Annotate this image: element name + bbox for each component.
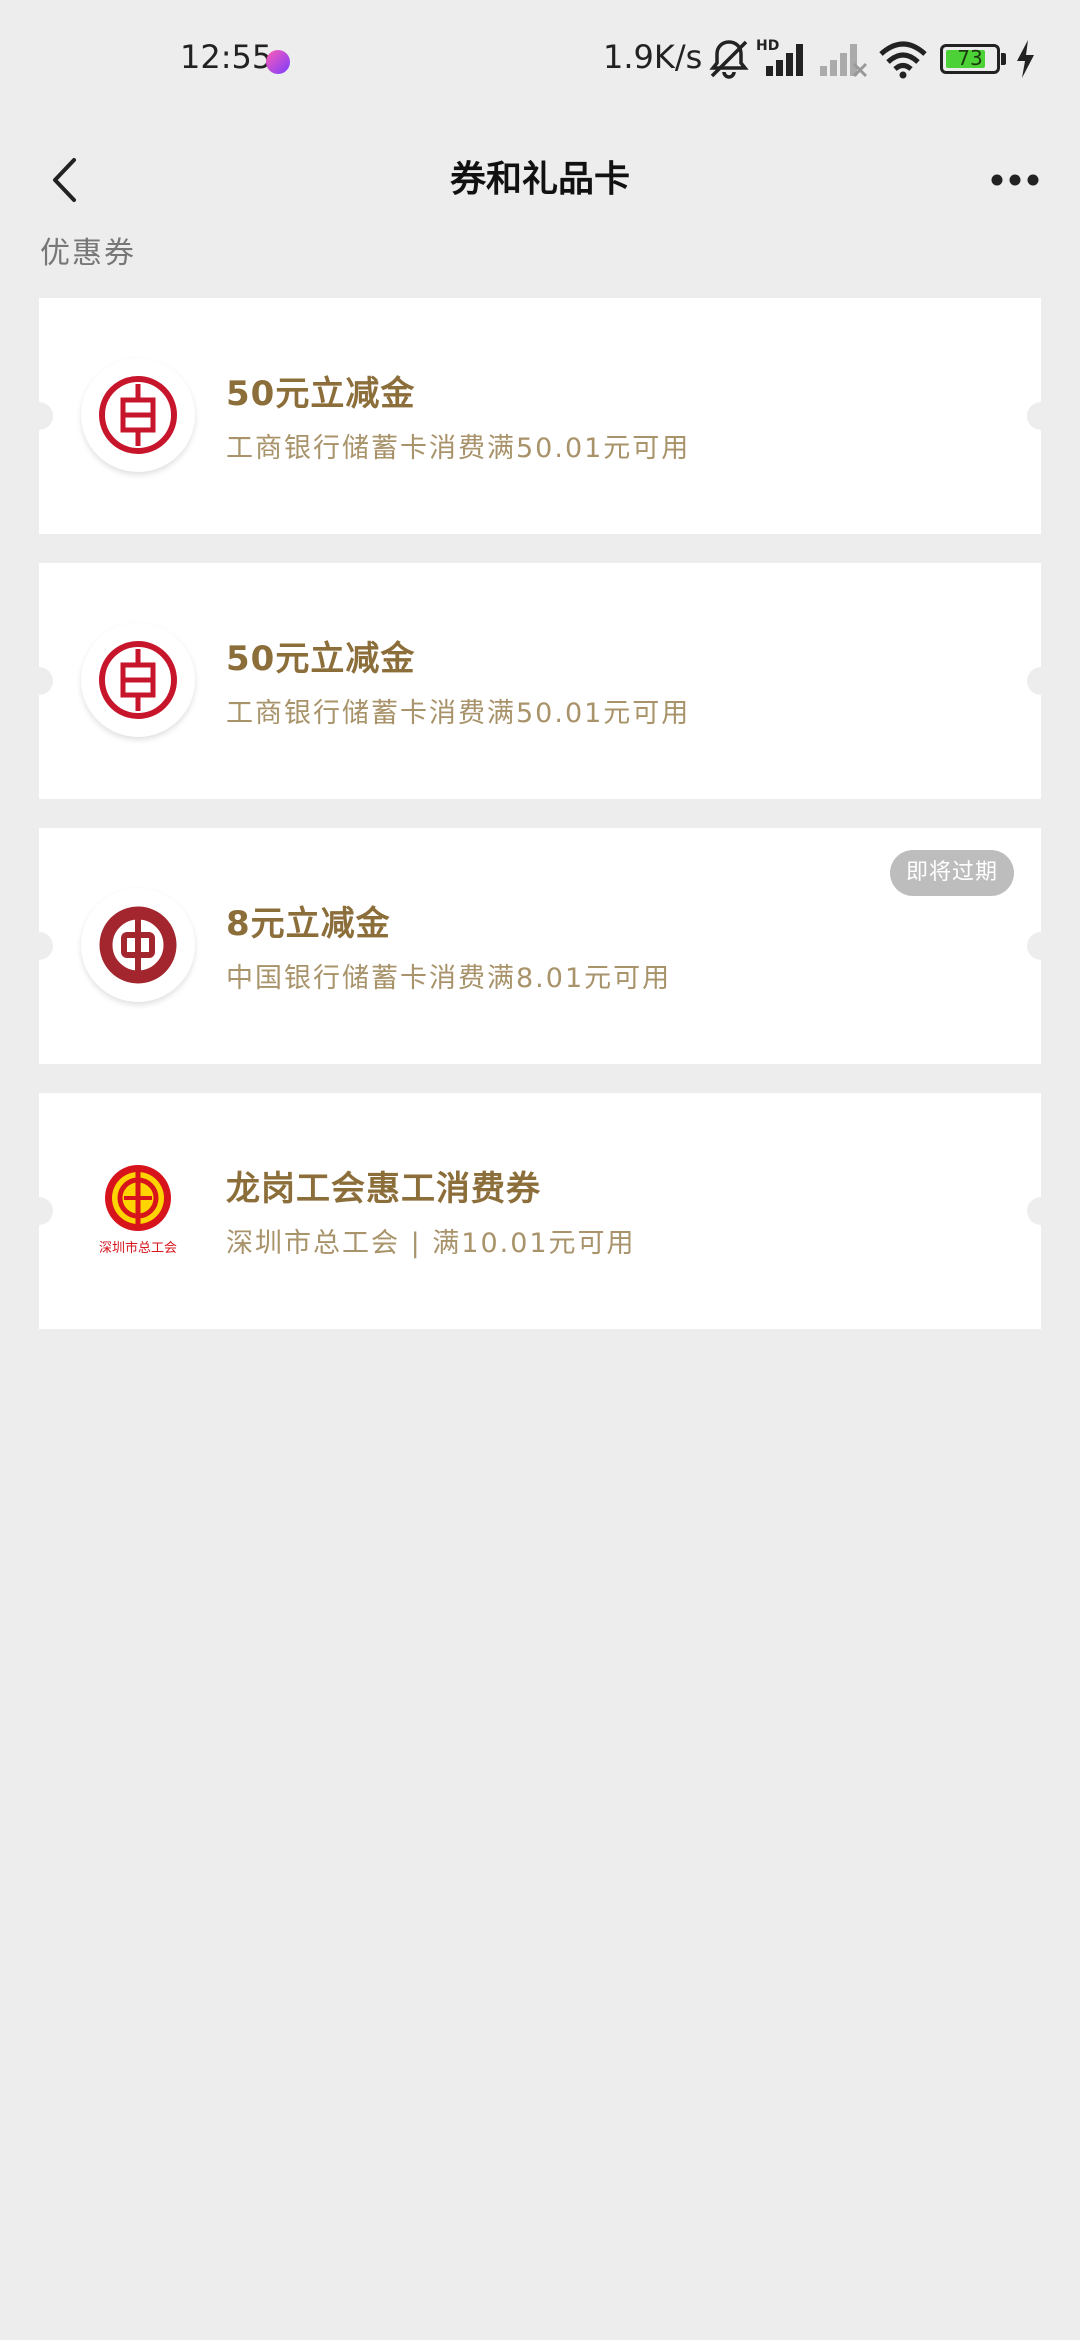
wifi-icon [879, 41, 927, 79]
chevron-left-icon [53, 158, 76, 202]
coupon-title: 50元立减金 [226, 374, 416, 414]
coupon-desc: 深圳市总工会 | 满10.01元可用 [226, 1228, 636, 1259]
section-label: 优惠券 [40, 236, 136, 271]
coupon-card[interactable]: 50元立减金 工商银行储蓄卡消费满50.01元可用 [25, 563, 1055, 799]
svg-text:深圳市总工会: 深圳市总工会 [99, 1240, 177, 1256]
status-time: 12:55 [180, 38, 273, 76]
charging-bolt-icon [1017, 40, 1034, 78]
coupon-card[interactable]: 即将过期 8元立减金 中国银行储蓄卡消费满8.01元可用 [25, 828, 1055, 1064]
coupon-card[interactable]: 50元立减金 工商银行储蓄卡消费满50.01元可用 [25, 298, 1055, 534]
more-button[interactable] [970, 120, 1060, 240]
page-title: 券和礼品卡 [449, 159, 630, 200]
coupon-title: 8元立减金 [226, 904, 391, 944]
icbc-logo-icon [81, 358, 195, 472]
icbc-logo-icon [81, 623, 195, 737]
coupon-desc: 工商银行储蓄卡消费满50.01元可用 [226, 433, 691, 464]
status-bar: 12:55 1.9K/s HD 73 [0, 0, 1080, 120]
boc-logo-icon [81, 888, 195, 1002]
coupon-desc: 中国银行储蓄卡消费满8.01元可用 [226, 963, 672, 994]
coupon-title: 50元立减金 [226, 639, 416, 679]
mute-bell-icon [709, 40, 749, 79]
battery-level: 73 [957, 46, 983, 70]
network-speed: 1.9K/s [603, 38, 703, 76]
app-badge-icon [266, 50, 290, 74]
nav-bar: 券和礼品卡 [0, 120, 1080, 240]
signal-no-service-icon [820, 44, 868, 78]
coupon-card[interactable]: 深圳市总工会 龙岗工会惠工消费券 深圳市总工会 | 满10.01元可用 [25, 1093, 1055, 1329]
more-dots-icon [991, 174, 1039, 186]
expiring-badge: 即将过期 [889, 850, 1014, 896]
trade-union-logo-icon: 深圳市总工会 [81, 1153, 195, 1267]
coupon-title: 龙岗工会惠工消费券 [226, 1169, 541, 1209]
back-button[interactable] [30, 120, 100, 240]
coupon-desc: 工商银行储蓄卡消费满50.01元可用 [226, 698, 691, 729]
hd-signal-icon: HD [756, 38, 803, 76]
svg-text:HD: HD [756, 38, 779, 54]
